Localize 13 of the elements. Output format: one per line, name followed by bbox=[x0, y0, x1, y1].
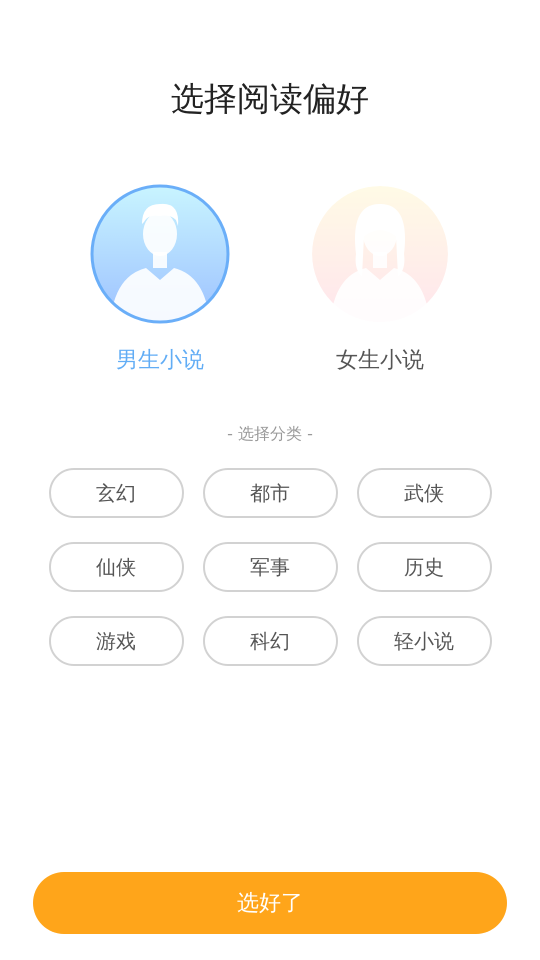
category-tag[interactable]: 军事 bbox=[202, 542, 338, 592]
category-tag[interactable]: 玄幻 bbox=[48, 468, 184, 518]
page-title: 选择阅读偏好 bbox=[171, 78, 369, 120]
avatar-icon[interactable] bbox=[90, 184, 230, 324]
category-tag[interactable]: 轻小说 bbox=[356, 616, 492, 666]
category-tag[interactable]: 科幻 bbox=[202, 616, 338, 666]
category-tag[interactable]: 历史 bbox=[356, 542, 492, 592]
section-label: - 选择分类 - bbox=[227, 423, 313, 445]
category-tag[interactable]: 都市 bbox=[202, 468, 338, 518]
category-tag[interactable]: 仙侠 bbox=[48, 542, 184, 592]
gender-tab[interactable]: 女生小说 bbox=[336, 344, 424, 378]
category-tag[interactable]: 游戏 bbox=[48, 616, 184, 666]
category-tag[interactable]: 武侠 bbox=[356, 468, 492, 518]
